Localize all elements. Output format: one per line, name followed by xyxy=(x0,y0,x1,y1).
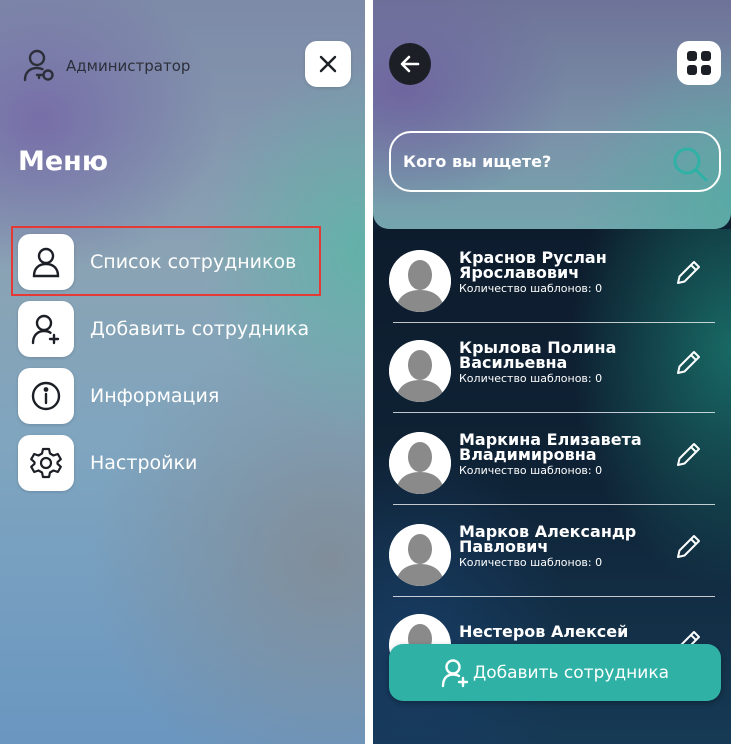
employee-name: Марков Александр Павлович xyxy=(459,522,637,556)
user-icon xyxy=(18,234,74,290)
employee-list-screen: Краснов Руслан Ярославович Количество ша… xyxy=(373,0,731,744)
search-icon[interactable] xyxy=(671,145,709,183)
menu-item-label: Информация xyxy=(90,385,220,407)
close-button[interactable] xyxy=(305,41,351,87)
menu-screen: Администратор Меню Список сотрудников До… xyxy=(0,0,365,744)
back-button[interactable] xyxy=(389,43,431,85)
avatar xyxy=(389,250,451,312)
templates-count: Количество шаблонов: 0 xyxy=(459,282,603,295)
menu-item-add-employee[interactable]: Добавить сотрудника xyxy=(18,299,309,359)
employee-list-item[interactable]: Маркина Елизавета Владимировна Количеств… xyxy=(389,432,715,522)
employee-name: Крылова Полина Васильевна xyxy=(459,338,617,372)
pencil-icon[interactable] xyxy=(673,258,703,288)
employee-list-item[interactable]: Крылова Полина Васильевна Количество шаб… xyxy=(389,340,715,430)
pencil-icon[interactable] xyxy=(673,532,703,562)
templates-count: Количество шаблонов: 0 xyxy=(459,556,603,569)
templates-count: Количество шаблонов: 0 xyxy=(459,464,603,477)
employee-name: Краснов Руслан Ярославович xyxy=(459,248,607,282)
list-divider xyxy=(393,504,715,505)
list-divider xyxy=(393,596,715,597)
pencil-icon[interactable] xyxy=(673,348,703,378)
arrow-left-icon xyxy=(400,55,420,73)
avatar xyxy=(389,340,451,402)
screen-divider xyxy=(365,0,373,744)
templates-count: Количество шаблонов: 0 xyxy=(459,372,603,385)
avatar xyxy=(389,524,451,586)
gear-icon xyxy=(18,435,74,491)
admin-key-icon xyxy=(20,46,60,86)
menu-item-employee-list[interactable]: Список сотрудников xyxy=(18,232,296,292)
employee-name: Маркина Елизавета Владимировна xyxy=(459,430,642,464)
menu-item-settings[interactable]: Настройки xyxy=(18,433,197,493)
menu-item-label: Настройки xyxy=(90,452,198,474)
menu-item-label: Список сотрудников xyxy=(90,251,297,273)
admin-profile[interactable]: Администратор xyxy=(20,46,190,86)
list-divider xyxy=(393,412,715,413)
list-header xyxy=(373,0,731,229)
close-icon xyxy=(319,55,337,73)
grid-menu-button[interactable] xyxy=(677,41,721,85)
employee-list-item[interactable]: Краснов Руслан Ярославович Количество ша… xyxy=(389,250,715,340)
add-employee-button[interactable]: Добавить сотрудника xyxy=(389,644,721,701)
menu-item-label: Добавить сотрудника xyxy=(90,318,310,340)
menu-title: Меню xyxy=(18,146,109,177)
grid-icon xyxy=(687,51,711,75)
info-icon xyxy=(18,368,74,424)
search-input[interactable] xyxy=(403,152,663,171)
employee-list-item[interactable]: Марков Александр Павлович Количество шаб… xyxy=(389,524,715,614)
pencil-icon[interactable] xyxy=(673,440,703,470)
menu-item-information[interactable]: Информация xyxy=(18,366,219,426)
search-bar[interactable] xyxy=(389,131,721,192)
list-divider xyxy=(393,322,715,323)
user-plus-icon xyxy=(18,301,74,357)
admin-label: Администратор xyxy=(66,57,191,75)
add-employee-label: Добавить сотрудника xyxy=(472,662,670,683)
employee-name: Нестеров Алексей xyxy=(459,622,629,641)
user-plus-icon xyxy=(441,658,469,687)
avatar xyxy=(389,432,451,494)
